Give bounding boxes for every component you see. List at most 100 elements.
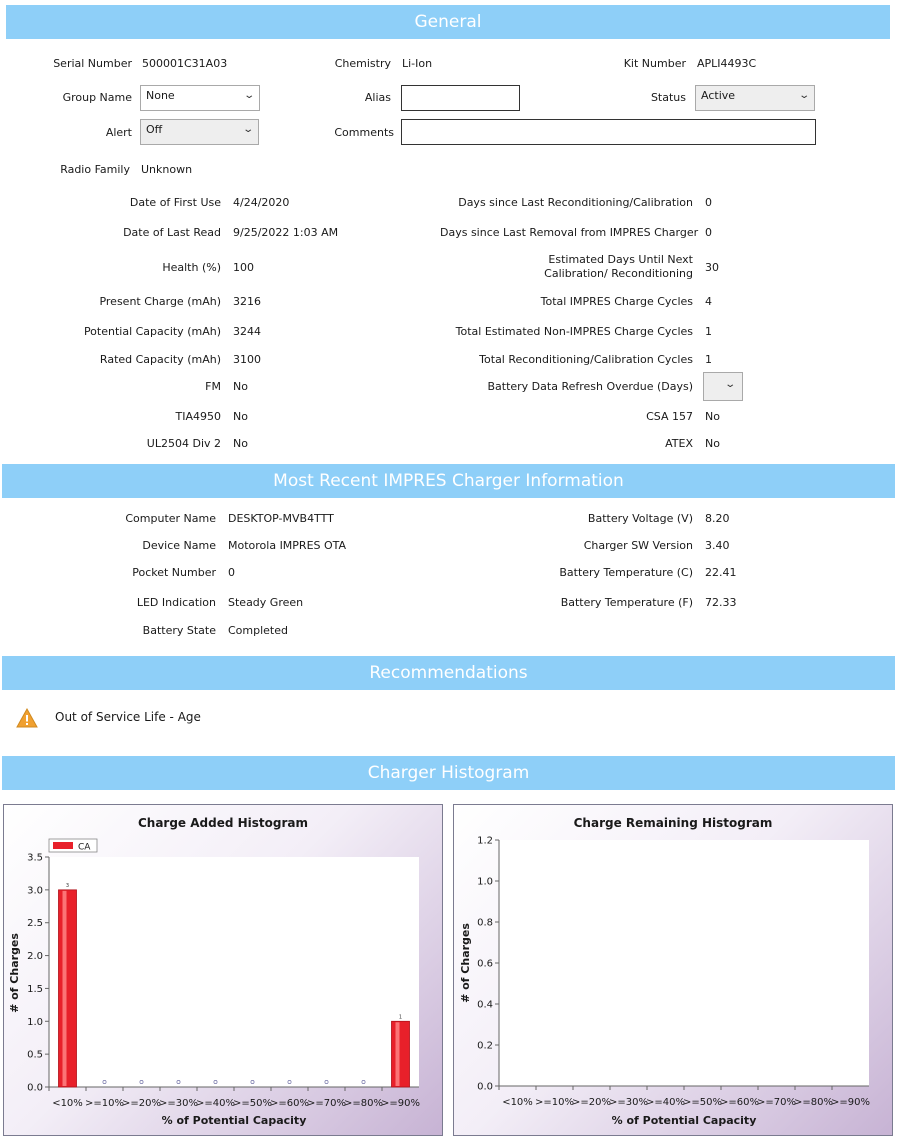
- chevron-down-icon: ⌄: [797, 90, 810, 101]
- x-tick-label: <10%: [52, 1098, 83, 1109]
- chart-title: Charge Remaining Histogram: [574, 816, 773, 830]
- x-tick-label: >=90%: [381, 1098, 420, 1109]
- radio-family-value: Unknown: [141, 163, 193, 176]
- pocket-number-value: 0: [228, 566, 235, 579]
- date-last-read-value: 9/25/2022 1:03 AM: [233, 226, 339, 239]
- atex-label: ATEX: [665, 437, 693, 450]
- comments-label: Comments: [334, 126, 394, 139]
- present-charge-label: Present Charge (mAh): [99, 295, 221, 308]
- legend-label: CA: [78, 843, 91, 853]
- tia4950-value: No: [233, 410, 248, 423]
- x-tick-label: >=50%: [683, 1097, 722, 1108]
- non-impres-cycles-value: 1: [705, 325, 712, 338]
- warning-icon: [16, 708, 38, 728]
- x-tick-label: >=20%: [122, 1098, 161, 1109]
- chevron-down-icon: ⌄: [242, 90, 255, 101]
- x-tick-label: >=80%: [344, 1098, 383, 1109]
- charge-added-panel: Charge Added Histogram % of Potential Ca…: [3, 804, 443, 1136]
- days-since-removal-label: Days since Last Removal from IMPRES Char…: [440, 226, 699, 239]
- y-tick-label: 3.5: [27, 853, 43, 864]
- refresh-overdue-select[interactable]: ⌄: [703, 372, 743, 401]
- rated-capacity-label: Rated Capacity (mAh): [99, 353, 221, 366]
- y-tick-label: 1.0: [477, 877, 493, 888]
- chemistry-value: Li-Ion: [402, 57, 433, 70]
- x-tick-label: >=30%: [609, 1097, 648, 1108]
- health-value: 100: [233, 261, 254, 274]
- alias-input[interactable]: [401, 85, 520, 111]
- y-tick-label: 1.0: [27, 1017, 43, 1028]
- x-tick-label: >=40%: [196, 1098, 235, 1109]
- y-tick-label: 0.8: [477, 918, 493, 929]
- bar-highlight: [395, 1022, 400, 1086]
- x-tick-label: >=60%: [270, 1098, 309, 1109]
- bar: [58, 889, 77, 1088]
- rated-capacity-value: 3100: [233, 353, 261, 366]
- led-indication-label: LED Indication: [136, 596, 216, 609]
- group-name-label: Group Name: [62, 91, 132, 104]
- chevron-down-icon: ⌄: [723, 379, 736, 390]
- x-tick-label: >=40%: [646, 1097, 685, 1108]
- y-tick-label: 0.2: [477, 1041, 493, 1052]
- x-tick-label: <10%: [502, 1097, 533, 1108]
- x-tick-label: >=10%: [535, 1097, 574, 1108]
- plot-area: [49, 857, 419, 1087]
- led-indication-value: Steady Green: [228, 596, 304, 609]
- y-tick-label: 1.5: [27, 984, 43, 995]
- atex-value: No: [705, 437, 720, 450]
- x-tick-label: >=70%: [757, 1097, 796, 1108]
- recond-cycles-label: Total Reconditioning/Calibration Cycles: [479, 353, 693, 366]
- x-tick-label: >=70%: [307, 1098, 346, 1109]
- chevron-down-icon: ⌄: [241, 124, 254, 135]
- plot-area: [499, 840, 869, 1086]
- csa157-label: CSA 157: [646, 410, 693, 423]
- y-tick-label: 0.5: [27, 1050, 43, 1061]
- chemistry-label: Chemistry: [334, 57, 391, 70]
- date-last-read-label: Date of Last Read: [123, 226, 221, 239]
- battery-voltage-label: Battery Voltage (V): [587, 512, 693, 525]
- alert-label: Alert: [105, 126, 132, 139]
- kit-number-value: APLI4493C: [697, 57, 757, 70]
- days-since-recond-label: Days since Last Reconditioning/Calibrati…: [458, 196, 693, 209]
- fm-label: FM: [205, 380, 221, 393]
- y-tick-label: 2.5: [27, 918, 43, 929]
- impres-cycles-value: 4: [705, 295, 712, 308]
- y-tick-label: 0.6: [477, 959, 493, 970]
- x-tick-label: >=90%: [831, 1097, 870, 1108]
- date-first-use-label: Date of First Use: [129, 196, 221, 209]
- charger-sw-version-value: 3.40: [705, 539, 730, 552]
- days-since-recond-value: 0: [705, 196, 712, 209]
- csa157-value: No: [705, 410, 720, 423]
- non-impres-cycles-label: Total Estimated Non-IMPRES Charge Cycles: [455, 325, 693, 338]
- comments-input[interactable]: [401, 119, 816, 145]
- days-since-removal-value: 0: [705, 226, 712, 239]
- y-tick-label: 1.2: [477, 836, 493, 847]
- serial-number-value: 500001C31A03: [142, 57, 228, 70]
- bar: [391, 1020, 410, 1088]
- y-axis-label: # of Charges: [8, 933, 21, 1013]
- group-name-selected: None: [146, 89, 175, 102]
- kit-number-label: Kit Number: [623, 57, 686, 70]
- alert-selected: Off: [146, 123, 163, 136]
- chart-title: Charge Added Histogram: [138, 816, 308, 830]
- alert-select[interactable]: Off ⌄: [140, 119, 259, 145]
- est-days-next-calib-label: Estimated Days Until Next Calibration/ R…: [544, 253, 693, 280]
- status-select[interactable]: Active ⌄: [695, 85, 815, 111]
- fm-value: No: [233, 380, 248, 393]
- charger-sw-version-label: Charger SW Version: [583, 539, 693, 552]
- charge-remaining-histogram: Charge Remaining Histogram % of Potentia…: [459, 816, 870, 1127]
- refresh-overdue-label: Battery Data Refresh Overdue (Days): [487, 380, 693, 393]
- recommendation-text: Out of Service Life - Age: [55, 710, 201, 724]
- radio-family-label: Radio Family: [60, 163, 130, 176]
- charge-remaining-panel: Charge Remaining Histogram % of Potentia…: [453, 804, 893, 1136]
- battery-voltage-value: 8.20: [705, 512, 730, 525]
- bar-value-label: 3: [66, 883, 69, 889]
- health-label: Health (%): [162, 261, 221, 274]
- x-tick-label: >=50%: [233, 1098, 272, 1109]
- group-name-select[interactable]: None ⌄: [140, 85, 260, 111]
- recommendations-header: Recommendations: [2, 656, 895, 690]
- x-tick-label: >=80%: [794, 1097, 833, 1108]
- y-tick-label: 0.0: [477, 1082, 493, 1093]
- y-tick-label: 3.0: [27, 885, 43, 896]
- legend-swatch: [53, 842, 73, 849]
- device-name-value: Motorola IMPRES OTA: [228, 539, 347, 552]
